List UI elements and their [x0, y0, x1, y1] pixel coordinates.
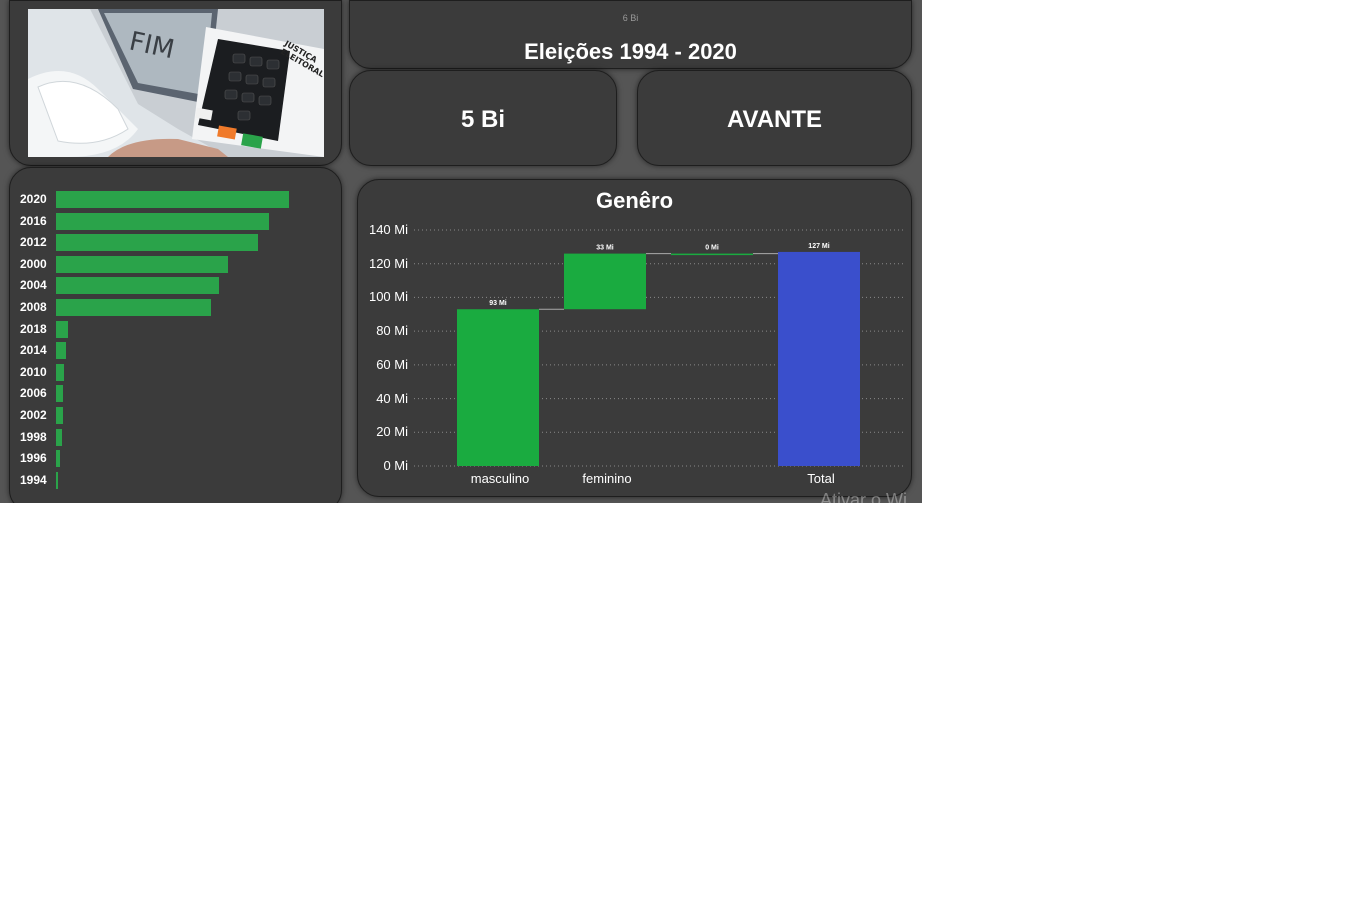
waterfall-bar[interactable] — [564, 253, 646, 310]
waterfall-bar[interactable] — [457, 309, 539, 466]
data-label: 93 Mi — [489, 300, 507, 307]
x-category-label: masculino — [470, 471, 530, 486]
data-label: 127 Mi — [808, 243, 829, 250]
y-tick-label: 0 Mi — [383, 458, 408, 473]
waterfall-svg: 93 Mi 33 Mi 0 Mi 127 Mi — [414, 229, 904, 467]
waterfall-bar[interactable] — [671, 253, 753, 256]
y-tick-label: 20 Mi — [376, 424, 408, 440]
y-tick-label: 60 Mi — [376, 356, 408, 372]
y-tick-label: 80 Mi — [376, 323, 408, 339]
y-tick-label: 40 Mi — [376, 390, 408, 406]
x-category-label: feminino — [582, 471, 632, 486]
y-tick-label: 100 Mi — [368, 289, 408, 305]
waterfall-bar[interactable] — [778, 251, 860, 466]
y-tick-label: 120 Mi — [368, 255, 408, 271]
activation-watermark: Ativar o Wi — [820, 490, 908, 503]
dashboard: FIM JUSTIÇA ELEITORAL 6 Bi Eleições 1994… — [0, 0, 922, 503]
data-label: 0 Mi — [705, 245, 719, 252]
x-category-label: Total — [807, 471, 835, 486]
y-tick-label: 140 Mi — [368, 222, 408, 237]
data-label: 33 Mi — [596, 245, 614, 252]
